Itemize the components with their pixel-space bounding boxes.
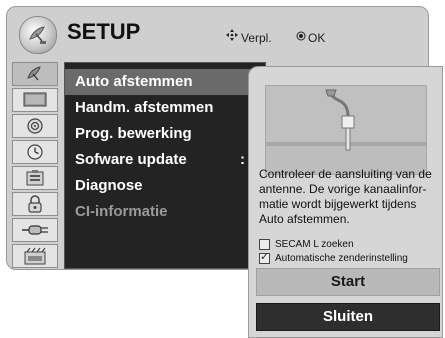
option-secam-l-label: SECAM L zoeken — [275, 239, 354, 250]
move-arrows-icon — [225, 28, 239, 45]
satellite-dish-icon — [19, 16, 57, 54]
sidebar-item-time[interactable] — [12, 140, 58, 164]
padlock-icon — [28, 195, 42, 213]
menu-item-handm-afstemmen[interactable]: Handm. afstemmen — [65, 95, 265, 121]
sidebar-item-setup[interactable] — [12, 62, 58, 86]
satellite-dish-icon — [27, 66, 41, 81]
sidebar-item-input[interactable] — [12, 218, 58, 242]
ok-button-icon — [296, 30, 306, 44]
usb-media-icon — [24, 247, 46, 265]
popup-description: Controleer de aansluiting van de antenne… — [259, 167, 432, 226]
close-button[interactable]: Sluiten — [256, 303, 440, 331]
hint-move-label: Verpl. — [241, 31, 272, 45]
input-plug-icon — [22, 225, 48, 235]
menu-item-ci-informatie: CI-informatie — [75, 203, 168, 220]
hint-ok-label: OK — [308, 31, 326, 45]
header: SETUP Verpl. OK — [7, 7, 428, 61]
tv-picture-icon — [23, 92, 47, 107]
checkbox-checked-icon[interactable] — [259, 250, 270, 264]
menu-item-software-update[interactable]: Sofware update — [65, 147, 265, 173]
clock-time-icon — [27, 144, 43, 160]
speaker-audio-icon — [27, 118, 43, 134]
sidebar — [12, 62, 58, 269]
menu-item-prog-bewerking[interactable]: Prog. bewerking — [65, 121, 265, 147]
option-secam-l[interactable]: SECAM L zoeken — [259, 239, 354, 250]
lock-option-icon — [26, 170, 44, 186]
sidebar-item-usb[interactable] — [12, 244, 58, 268]
page-title: SETUP — [67, 19, 141, 44]
checkbox-unchecked-icon[interactable] — [259, 239, 270, 250]
antenna-cable-icon — [265, 85, 427, 175]
auto-tuning-popup: Controleer de aansluiting van de antenne… — [248, 66, 443, 338]
option-auto-channel-label: Automatische zenderinstelling — [275, 253, 408, 264]
sidebar-item-audio[interactable] — [12, 114, 58, 138]
setup-menu: Auto afstemmen Handm. afstemmen Prog. be… — [64, 62, 266, 269]
sidebar-item-option[interactable] — [12, 166, 58, 190]
option-auto-channel[interactable]: Automatische zenderinstelling — [259, 250, 408, 264]
start-button[interactable]: Start — [256, 268, 440, 296]
sidebar-item-picture[interactable] — [12, 88, 58, 112]
sidebar-item-lock[interactable] — [12, 192, 58, 216]
menu-item-auto-afstemmen[interactable]: Auto afstemmen — [65, 69, 265, 95]
menu-item-diagnose[interactable]: Diagnose — [65, 173, 265, 199]
